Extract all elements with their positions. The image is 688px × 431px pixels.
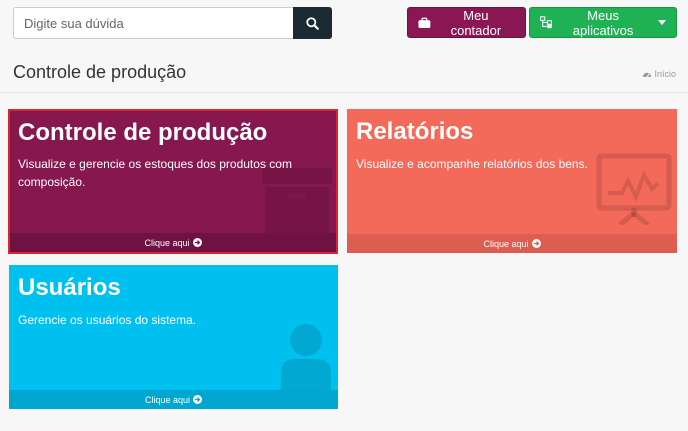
arrow-circle-right-icon	[193, 395, 203, 404]
arrow-circle-right-icon	[531, 239, 541, 248]
card-link-label: Clique aqui	[144, 237, 190, 248]
dashboard-icon	[643, 72, 652, 78]
card-description: Visualize e acompanhe relatórios dos ben…	[356, 157, 588, 171]
caret-down-icon	[658, 20, 666, 25]
my-counter-label: Meu contador	[450, 7, 502, 38]
card-link-label: Clique aqui	[144, 394, 191, 405]
card-link[interactable]: Clique aqui	[10, 233, 336, 252]
sitemap-icon	[540, 16, 553, 29]
search-icon	[306, 16, 319, 30]
card-link-label: Clique aqui	[483, 238, 529, 249]
card-reports[interactable]: Relatórios Visualize e acompanhe relatór…	[347, 109, 677, 253]
search-button[interactable]	[293, 7, 332, 39]
arrow-circle-right-icon	[192, 238, 202, 247]
card-link[interactable]: Clique aqui	[347, 234, 677, 253]
header-divider	[0, 92, 688, 93]
card-title: Usuários	[18, 274, 121, 301]
briefcase-icon	[418, 17, 431, 28]
card-title: Controle de produção	[18, 119, 268, 146]
card-link[interactable]: Clique aqui	[9, 390, 338, 409]
my-apps-label: Meus aplicativos	[572, 7, 634, 38]
card-production-control[interactable]: Controle de produção Visualize e gerenci…	[8, 109, 338, 254]
search-input[interactable]	[13, 7, 293, 39]
card-title: Relatórios	[356, 118, 474, 145]
card-description: Visualize e gerencie os estoques dos pro…	[18, 157, 292, 189]
user-icon	[281, 324, 331, 391]
breadcrumb-home[interactable]: Início	[654, 69, 676, 79]
my-counter-button[interactable]: Meu contador	[407, 7, 526, 38]
my-apps-button[interactable]: Meus aplicativos	[529, 7, 677, 38]
card-users[interactable]: Usuários Gerencie os usuários do sistema…	[9, 265, 338, 409]
page-title: Controle de produção	[13, 62, 187, 82]
card-description: Gerencie os usuários do sistema.	[18, 313, 197, 327]
breadcrumb[interactable]: Início	[642, 69, 676, 79]
